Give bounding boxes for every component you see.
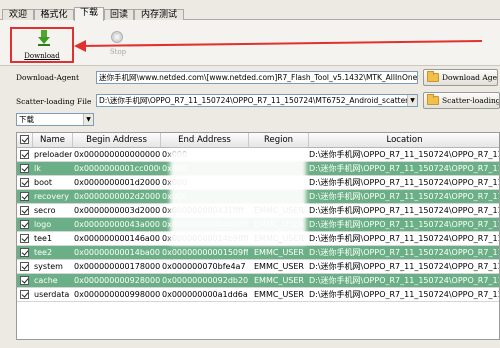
row-checkbox[interactable] [20,290,29,299]
cell-location: D:\迷你手机网\OPPO_R7_11_150724\OPPO_R7_11_1 [309,220,500,229]
download-button-label: Download [24,52,60,60]
cell-end: 0x00000000092db2093 [162,276,248,285]
row-checkbox[interactable] [20,234,29,243]
cell-begin: 0x0000000001cc0000 [74,164,160,173]
row-checkbox[interactable] [20,178,29,187]
tab-bar: 欢迎 格式化 下载 回读 内存测试 [0,0,500,21]
download-agent-path-field[interactable]: 迷你手机网\www.netded.com\[www.netded.com]R7_… [96,71,418,84]
table-row[interactable]: userdata 0x0000000009980000 0x000000000a1d… [17,288,500,302]
cell-begin: 0x0000000001d20000 [74,178,160,187]
scatter-loading-path-select[interactable]: D:\迷你手机网\OPPO_R7_11_150724\OPPO_R7_11_15… [96,94,418,107]
header-begin-address[interactable]: Begin Address [73,133,161,147]
cell-region: EMMC_USER [254,248,304,257]
row-checkbox[interactable] [20,276,29,285]
cell-end: 0x000000000a1dd6acb [162,290,248,299]
cell-begin: 0x00000000092800000 [74,276,160,285]
chevron-down-icon[interactable]: ▼ [407,95,417,106]
row-checkbox[interactable] [20,220,29,229]
cell-begin: 0x0000000002d20000 [74,192,160,201]
cell-location: D:\迷你手机网\OPPO_R7_11_150724\OPPO_R7_11_1 [309,164,500,173]
cell-name: recovery [34,192,70,201]
download-arrow-icon [38,30,50,46]
blurred-region [170,150,306,245]
cell-begin: 0x0000000003d20000 [74,206,160,215]
cell-name: secro [34,206,56,215]
download-mode-select[interactable]: 下载 ▼ [16,113,94,126]
cell-location: D:\迷你手机网\OPPO_R7_11_150724\OPPO_R7_11_1 [309,248,500,257]
download-button[interactable]: Download [10,27,74,63]
cell-location: D:\迷你手机网\OPPO_R7_11_150724\OPPO_R7_11_1 [309,178,500,187]
scatter-loading-button[interactable]: Scatter-loading [423,92,500,109]
cell-begin: 0x0000000001780000 [74,262,160,271]
folder-icon [427,71,439,82]
cell-begin: 0x0000000000000000 [74,150,160,159]
cell-name: logo [34,220,52,229]
scatter-loading-label: Scatter-loading File [16,97,92,106]
annotation-arrow [74,40,483,52]
cell-end: 0x00000000001509ffff [162,248,248,257]
cell-region: EMMC_USER [254,290,304,299]
select-all-checkbox[interactable] [20,135,29,144]
cell-begin: 0x000000000146a0000 [74,234,160,243]
table-header: Name Begin Address End Address Region Lo… [17,133,499,148]
row-checkbox[interactable] [20,262,29,271]
row-checkbox[interactable] [20,150,29,159]
cell-name: boot [34,178,53,187]
cell-location: D:\迷你手机网\OPPO_R7_11_150724\OPPO_R7_11_1 [309,276,500,285]
header-name[interactable]: Name [33,133,73,147]
header-region[interactable]: Region [249,133,309,147]
table-row[interactable]: tee2 0x00000000014ba00000x00000000001509f… [17,246,500,260]
folder-icon [427,94,439,105]
cell-name: tee2 [34,248,53,257]
cell-location: D:\迷你手机网\OPPO_R7_11_150724\OPPO_R7_11_1 [309,262,500,271]
download-agent-button[interactable]: Download Agent [423,69,498,86]
cell-begin: 0x00000000043a0000 [74,220,160,229]
header-end-address[interactable]: End Address [161,133,249,147]
cell-region: EMMC_USER [254,262,304,271]
cell-name: lk [34,164,41,173]
cell-location: D:\迷你手机网\OPPO_R7_11_150724\OPPO_R7_11_1 [309,206,500,215]
cell-end: 0x000000070bfe4a7 [162,262,246,271]
table-row[interactable]: cache 0x000000000928000000x00000000092db2… [17,274,500,288]
download-agent-button-label: Download Agent [442,73,498,82]
row-checkbox[interactable] [20,248,29,257]
download-agent-label: Download-Agent [16,73,79,82]
table-row[interactable]: system 0x0000000001780000 0x000000070bfe4a… [17,260,500,274]
tab-download[interactable]: 下载 [74,7,104,21]
download-mode-value: 下载 [19,115,34,124]
cell-region: EMMC_USER [254,276,304,285]
cell-location: D:\迷你手机网\OPPO_R7_11_150724\OPPO_R7_11_1 [309,234,500,243]
header-select-all[interactable] [17,133,33,147]
cell-begin: 0x0000000009980000 [74,290,160,299]
cell-name: preloader [34,150,72,159]
scatter-loading-path-value: D:\迷你手机网\OPPO_R7_11_150724\OPPO_R7_11_15… [99,96,418,105]
cell-location: D:\迷你手机网\OPPO_R7_11_150724\OPPO_R7_11_1 [309,150,500,159]
header-location[interactable]: Location [309,133,499,147]
cell-name: userdata [34,290,70,299]
chevron-down-icon[interactable]: ▼ [83,114,93,125]
scatter-loading-button-label: Scatter-loading [442,96,500,105]
cell-location: D:\迷你手机网\OPPO_R7_11_150724\OPPO_R7_11_1 [309,192,500,201]
cell-name: tee1 [34,234,53,243]
cell-location: D:\迷你手机网\OPPO_R7_11_150724\OPPO_R7_11_1 [309,290,500,299]
cell-name: system [34,262,63,271]
cell-name: cache [34,276,58,285]
row-checkbox[interactable] [20,206,29,215]
cell-begin: 0x00000000014ba0000 [74,248,160,257]
row-checkbox[interactable] [20,192,29,201]
row-checkbox[interactable] [20,164,29,173]
